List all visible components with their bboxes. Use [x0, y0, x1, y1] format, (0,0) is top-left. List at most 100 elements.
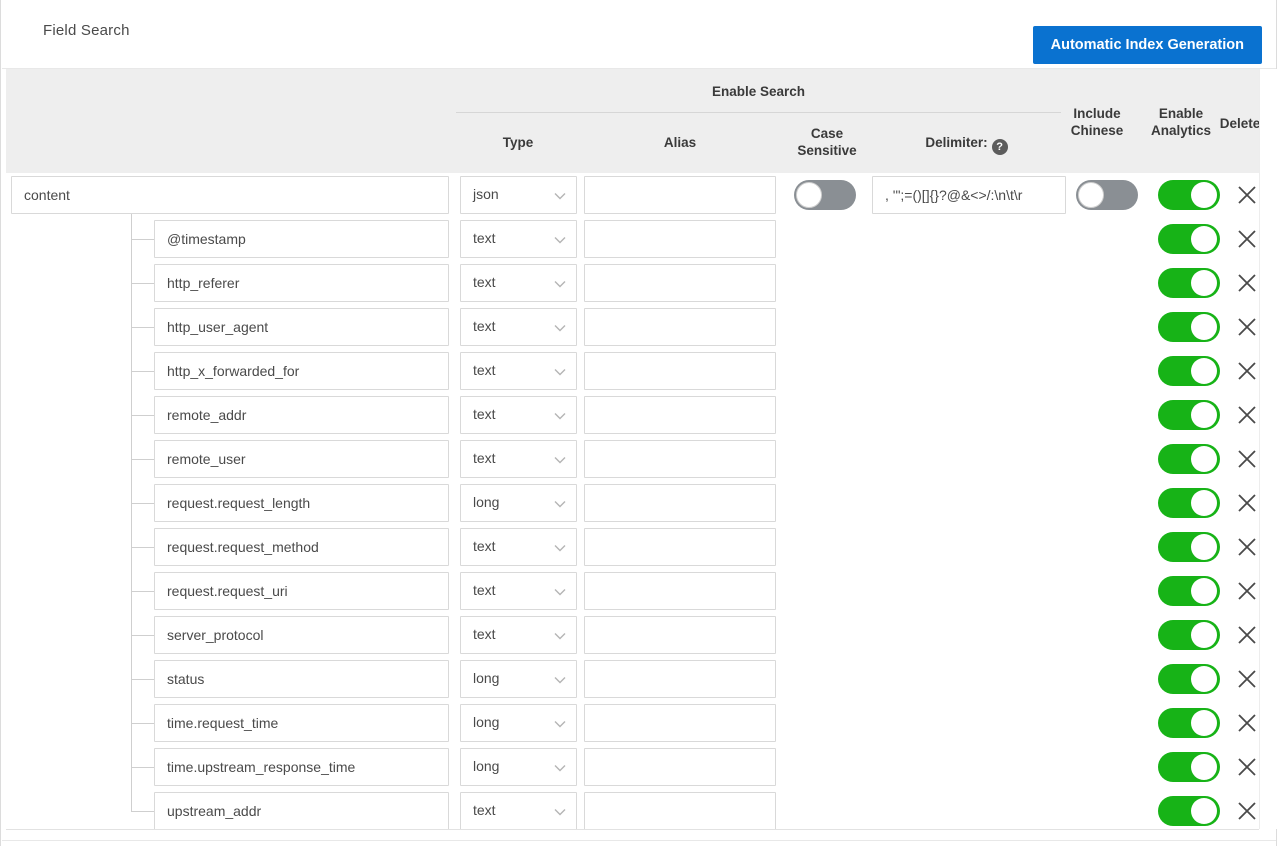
key-name-input[interactable] [154, 572, 449, 610]
toggle-knob [1191, 270, 1217, 296]
type-select[interactable]: long [460, 660, 577, 698]
table-row: long [6, 745, 1259, 789]
toggle-knob [1191, 666, 1217, 692]
type-select-value: text [473, 802, 496, 818]
type-select[interactable]: long [460, 704, 577, 742]
tree-connector-horizontal [131, 767, 156, 768]
enable-analytics-toggle[interactable] [1158, 356, 1220, 386]
alias-input[interactable] [584, 660, 776, 698]
delete-row-button[interactable] [1234, 622, 1260, 648]
top-bar: Field Search Automatic Index Generation [2, 0, 1276, 69]
enable-analytics-toggle[interactable] [1158, 312, 1220, 342]
alias-input[interactable] [584, 616, 776, 654]
type-select[interactable]: long [460, 748, 577, 786]
case-sensitive-toggle[interactable] [794, 180, 856, 210]
delete-row-button[interactable] [1234, 798, 1260, 824]
alias-input[interactable] [584, 220, 776, 258]
delete-row-button[interactable] [1234, 358, 1260, 384]
enable-analytics-toggle[interactable] [1158, 532, 1220, 562]
delete-row-button[interactable] [1234, 446, 1260, 472]
key-name-input[interactable] [154, 528, 449, 566]
vertical-scrollbar[interactable] [1259, 69, 1277, 829]
enable-analytics-toggle[interactable] [1158, 576, 1220, 606]
key-name-input[interactable] [154, 308, 449, 346]
delete-row-button[interactable] [1234, 182, 1260, 208]
type-select[interactable]: text [460, 308, 577, 346]
key-name-input[interactable] [154, 264, 449, 302]
enable-analytics-toggle[interactable] [1158, 488, 1220, 518]
key-name-input[interactable] [154, 660, 449, 698]
key-name-input[interactable] [154, 704, 449, 742]
chevron-down-icon [553, 233, 567, 247]
alias-input[interactable] [584, 484, 776, 522]
key-name-input[interactable] [154, 792, 449, 830]
delete-row-button[interactable] [1234, 314, 1260, 340]
type-select[interactable]: text [460, 792, 577, 830]
enable-analytics-toggle[interactable] [1158, 180, 1220, 210]
alias-input[interactable] [584, 704, 776, 742]
field-search-page: Field Search Automatic Index Generation … [0, 0, 1277, 846]
enable-analytics-toggle[interactable] [1158, 796, 1220, 826]
toggle-knob [1191, 358, 1217, 384]
alias-input[interactable] [584, 264, 776, 302]
tree-connector-horizontal [131, 723, 156, 724]
alias-input[interactable] [584, 528, 776, 566]
include-chinese-toggle[interactable] [1076, 180, 1138, 210]
type-select[interactable]: text [460, 396, 577, 434]
delete-row-button[interactable] [1234, 578, 1260, 604]
tree-connector-horizontal [131, 415, 156, 416]
enable-analytics-toggle[interactable] [1158, 708, 1220, 738]
enable-analytics-toggle[interactable] [1158, 664, 1220, 694]
table-row: text [6, 349, 1259, 393]
chevron-down-icon [553, 673, 567, 687]
type-select[interactable]: text [460, 352, 577, 390]
key-name-input[interactable] [154, 484, 449, 522]
delete-row-button[interactable] [1234, 402, 1260, 428]
toggle-knob [1191, 314, 1217, 340]
enable-analytics-toggle[interactable] [1158, 444, 1220, 474]
help-icon[interactable]: ? [991, 139, 1008, 155]
delete-row-button[interactable] [1234, 710, 1260, 736]
type-select[interactable]: text [460, 572, 577, 610]
enable-analytics-toggle[interactable] [1158, 400, 1220, 430]
key-name-input[interactable] [154, 440, 449, 478]
delete-row-button[interactable] [1234, 490, 1260, 516]
enable-analytics-toggle[interactable] [1158, 752, 1220, 782]
enable-analytics-toggle[interactable] [1158, 268, 1220, 298]
delete-row-button[interactable] [1234, 534, 1260, 560]
delete-row-button[interactable] [1234, 666, 1260, 692]
enable-analytics-toggle[interactable] [1158, 224, 1220, 254]
alias-input[interactable] [584, 176, 776, 214]
type-select-value: long [473, 758, 500, 774]
delete-row-button[interactable] [1234, 754, 1260, 780]
key-name-input[interactable] [11, 176, 449, 214]
key-name-input[interactable] [154, 352, 449, 390]
key-name-input[interactable] [154, 220, 449, 258]
alias-input[interactable] [584, 572, 776, 610]
delimiter-input[interactable] [872, 176, 1066, 214]
delete-row-button[interactable] [1234, 226, 1260, 252]
include-chinese-line1: Include [1073, 106, 1121, 121]
column-header-include-chinese: Include Chinese [1061, 105, 1133, 139]
key-name-input[interactable] [154, 616, 449, 654]
type-select[interactable]: text [460, 220, 577, 258]
alias-input[interactable] [584, 748, 776, 786]
type-select[interactable]: text [460, 440, 577, 478]
table-row: long [6, 657, 1259, 701]
alias-input[interactable] [584, 792, 776, 830]
key-name-input[interactable] [154, 748, 449, 786]
type-select[interactable]: text [460, 616, 577, 654]
tree-connector-horizontal [131, 591, 156, 592]
type-select[interactable]: json [460, 176, 577, 214]
alias-input[interactable] [584, 440, 776, 478]
type-select[interactable]: long [460, 484, 577, 522]
type-select[interactable]: text [460, 264, 577, 302]
key-name-input[interactable] [154, 396, 449, 434]
delete-row-button[interactable] [1234, 270, 1260, 296]
alias-input[interactable] [584, 352, 776, 390]
alias-input[interactable] [584, 396, 776, 434]
type-select[interactable]: text [460, 528, 577, 566]
alias-input[interactable] [584, 308, 776, 346]
enable-analytics-toggle[interactable] [1158, 620, 1220, 650]
automatic-index-generation-button[interactable]: Automatic Index Generation [1032, 26, 1262, 64]
